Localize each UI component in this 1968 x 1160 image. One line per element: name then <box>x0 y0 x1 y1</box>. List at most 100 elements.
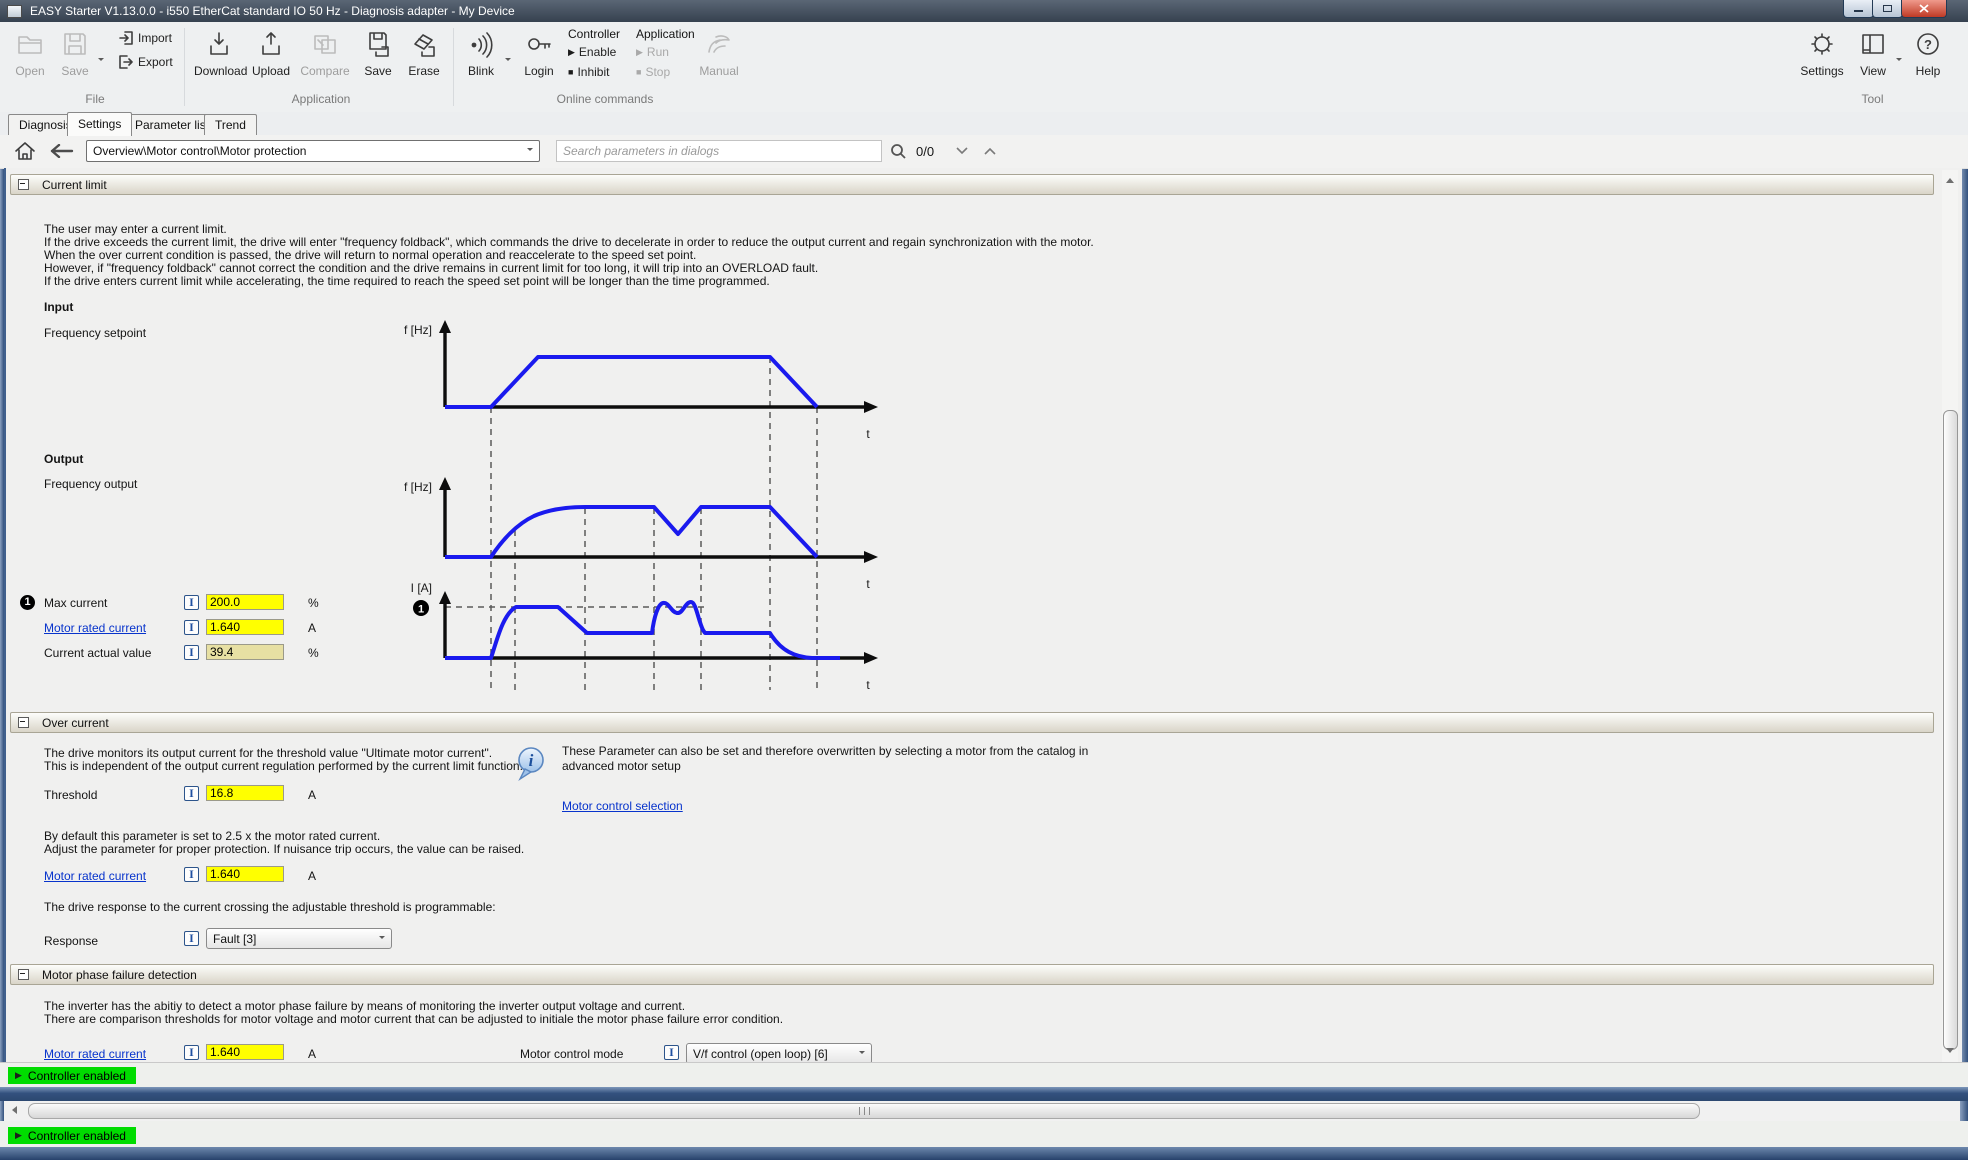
maximize-button[interactable] <box>1872 0 1903 18</box>
close-button[interactable] <box>1901 0 1947 18</box>
section-header-over-current[interactable]: Over current <box>10 712 1934 733</box>
description-line: Adjust the parameter for proper protecti… <box>44 842 525 856</box>
square-icon: ■ <box>568 67 574 77</box>
search-icon[interactable] <box>890 143 907 160</box>
chevron-down-icon <box>379 935 385 942</box>
group-label-file: File <box>85 92 105 106</box>
parameter-info-button[interactable]: I <box>184 1045 199 1060</box>
param-label: Max current <box>44 596 108 610</box>
open-button[interactable]: Open <box>8 30 52 78</box>
horizontal-scrollbar-thumb[interactable] <box>28 1103 1700 1119</box>
scroll-down-icon[interactable] <box>1946 1048 1954 1057</box>
parameter-info-button[interactable]: I <box>184 786 199 801</box>
application-stop-button[interactable]: ■ Stop <box>636 65 670 79</box>
param-label: Motor control mode <box>520 1047 624 1061</box>
motor-rated-current-field[interactable]: 1.640 <box>206 866 284 882</box>
help-button[interactable]: ? Help <box>1908 30 1948 78</box>
current-actual-value-field: 39.4 <box>206 644 284 660</box>
search-prev-chevron-icon[interactable] <box>984 147 996 155</box>
vertical-scrollbar-thumb[interactable] <box>1943 410 1958 1050</box>
tab-settings[interactable]: Settings <box>67 112 133 136</box>
minimize-button[interactable] <box>1843 0 1874 18</box>
max-current-field[interactable]: 200.0 <box>206 594 284 610</box>
chevron-down-icon <box>859 1050 865 1057</box>
param-unit: A <box>308 621 317 635</box>
description-line: The user may enter a current limit. <box>44 222 227 236</box>
blink-button[interactable]: Blink <box>460 30 502 78</box>
export-button[interactable]: Export <box>118 54 173 70</box>
erase-button[interactable]: Erase <box>402 30 446 78</box>
collapse-icon[interactable] <box>18 717 29 728</box>
scroll-up-icon[interactable] <box>1946 174 1954 183</box>
dialog-breadcrumb-combobox[interactable]: Overview\Motor control\Motor protection <box>86 140 540 162</box>
scroll-left-icon[interactable] <box>8 1106 17 1114</box>
application-run-button[interactable]: ▶ Run <box>636 45 669 59</box>
ribbon: Open Save Import Export File Download Up… <box>0 22 1968 113</box>
export-icon <box>119 55 133 69</box>
home-icon[interactable] <box>14 140 36 162</box>
search-result-counter: 0/0 <box>916 144 935 159</box>
parameter-info-button[interactable]: I <box>184 595 199 610</box>
ribbon-separator <box>184 28 185 106</box>
param-label: Threshold <box>44 788 98 802</box>
horizontal-scrollbar[interactable] <box>4 1101 1960 1121</box>
axis-label-t1: t <box>866 427 870 441</box>
compare-button[interactable]: Compare <box>298 30 352 78</box>
section-header-motor-phase-failure[interactable]: Motor phase failure detection <box>10 964 1934 985</box>
save-dropdown-caret[interactable] <box>98 58 104 64</box>
import-button[interactable]: Import <box>118 30 172 46</box>
question-icon: ? <box>1917 33 1939 55</box>
tab-trend[interactable]: Trend <box>204 114 257 135</box>
download-button[interactable]: Download <box>194 30 247 78</box>
controller-enable-button[interactable]: ▶ Enable <box>568 45 616 59</box>
motor-rated-current-link[interactable]: Motor rated current <box>44 869 146 883</box>
parameter-info-button[interactable]: I <box>184 931 199 946</box>
motor-control-mode-dropdown[interactable]: V/f control (open loop) [6] <box>686 1043 872 1062</box>
parameter-info-button[interactable]: I <box>184 620 199 635</box>
group-label-tool: Tool <box>1861 92 1884 106</box>
description-line: This is independent of the output curren… <box>44 759 523 773</box>
response-dropdown[interactable]: Fault [3] <box>206 928 392 949</box>
motor-rated-current-field[interactable]: 1.640 <box>206 619 284 635</box>
param-unit: A <box>308 1047 317 1061</box>
vertical-scrollbar[interactable] <box>1942 170 1958 1062</box>
application-group-heading: Application <box>636 27 695 41</box>
search-next-chevron-icon[interactable] <box>956 147 968 155</box>
description-line: When the over current condition is passe… <box>44 248 697 262</box>
settings-button[interactable]: Settings <box>1795 30 1849 78</box>
hand-icon <box>708 35 730 53</box>
description-line: The inverter has the abitiy to detect a … <box>44 999 686 1013</box>
parameter-info-button[interactable]: I <box>664 1045 679 1060</box>
motor-rated-current-field[interactable]: 1.640 <box>206 1044 284 1060</box>
axis-label-t3: t <box>866 678 870 692</box>
view-button[interactable]: View <box>1853 30 1893 78</box>
play-icon: ▶ <box>568 46 575 57</box>
description-line: If the drive enters current limit while … <box>44 274 770 288</box>
description-line: By default this parameter is set to 2.5 … <box>44 829 381 843</box>
motor-control-selection-link[interactable]: Motor control selection <box>562 799 683 813</box>
search-input[interactable] <box>556 140 882 162</box>
app-icon <box>7 4 22 18</box>
save-parameter-button[interactable]: Save <box>358 30 398 78</box>
back-arrow-icon[interactable] <box>48 144 74 158</box>
upload-button[interactable]: Upload <box>249 30 293 78</box>
parameter-info-button[interactable]: I <box>184 867 199 882</box>
manual-button[interactable]: Manual <box>694 30 744 78</box>
controller-inhibit-button[interactable]: ■ Inhibit <box>568 65 609 79</box>
section-header-current-limit[interactable]: Current limit <box>10 174 1934 195</box>
collapse-icon[interactable] <box>18 179 29 190</box>
save-button[interactable]: Save <box>55 30 95 78</box>
parameter-info-button[interactable]: I <box>184 645 199 660</box>
upload-icon <box>262 32 280 55</box>
threshold-field[interactable]: 16.8 <box>206 785 284 801</box>
motor-rated-current-link[interactable]: Motor rated current <box>44 1047 146 1061</box>
play-icon: ▶ <box>636 46 643 57</box>
view-dropdown-caret[interactable] <box>1896 58 1902 64</box>
floppy-icon <box>64 33 86 55</box>
device-status-bar: ▶ Controller enabled <box>0 1062 1968 1088</box>
blink-dropdown-caret[interactable] <box>505 58 511 64</box>
motor-rated-current-link[interactable]: Motor rated current <box>44 621 146 635</box>
login-button[interactable]: Login <box>518 30 560 78</box>
info-balloon-icon: i <box>518 747 544 781</box>
collapse-icon[interactable] <box>18 969 29 980</box>
